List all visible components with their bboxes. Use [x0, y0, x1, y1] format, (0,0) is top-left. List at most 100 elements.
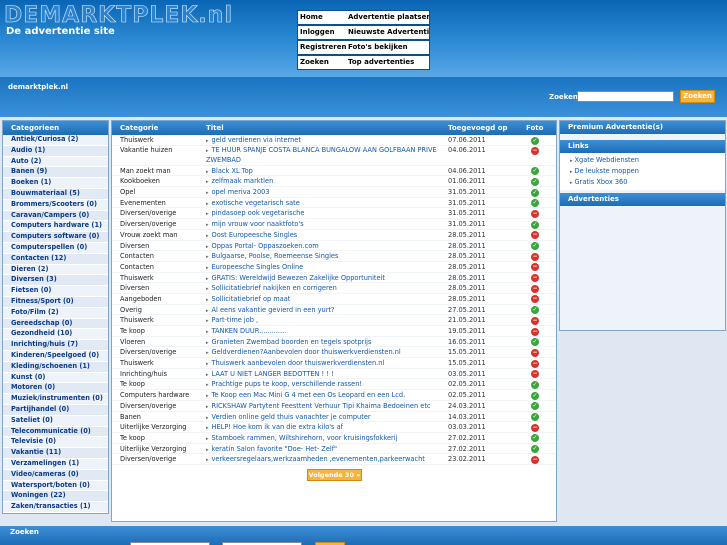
next-page-button[interactable]: Volgende 30 »: [307, 469, 362, 481]
category-link[interactable]: Computers software (0): [3, 232, 108, 243]
category-link[interactable]: Video/cameras (0): [3, 469, 108, 481]
row-title-link[interactable]: Bulgaarse, Poolse, Roemeense Singles: [212, 252, 339, 260]
category-link[interactable]: Contacten (12): [3, 253, 108, 265]
site-logo[interactable]: DEMARKTPLEK.nl: [4, 3, 233, 29]
row-title-link[interactable]: Oost Europeesche Singles: [212, 231, 298, 239]
row-title-link[interactable]: zelfmaak marktlen: [212, 177, 274, 185]
row-title-link[interactable]: keratin Salon favorite "Doe- Het- Zelf": [212, 445, 338, 453]
row-title-link[interactable]: Part-time job ,: [212, 316, 259, 324]
category-link[interactable]: Woningen (22): [3, 491, 108, 503]
row-title-link[interactable]: Te Koop een Mac Mini G 4 met een Os Leop…: [212, 391, 406, 399]
category-link[interactable]: Bouwmateriaal (5): [3, 188, 108, 200]
category-link[interactable]: Diversen (3): [3, 275, 108, 287]
nav-link[interactable]: Zoeken: [298, 56, 346, 69]
category-link[interactable]: Computerspellen (0): [3, 243, 108, 254]
row-title-link[interactable]: TANKEN DUUR.............: [212, 327, 287, 335]
row-title-link[interactable]: TE HUUR SPANJE COSTA BLANCA BUNGALOW AAN…: [206, 146, 437, 165]
row-title-link[interactable]: Sollicitatiebrief op maat: [212, 295, 291, 303]
search-button[interactable]: Zoeken: [680, 90, 715, 103]
row-date: 03.03.2011: [448, 423, 486, 432]
row-title-link[interactable]: RICKSHAW Partytent Feesttent Verhuur Tip…: [212, 402, 431, 410]
nav-link[interactable]: Nieuwste Advertenties: [346, 26, 429, 39]
row-title-link[interactable]: exotische vegetarisch sate: [212, 199, 300, 207]
category-link[interactable]: Inrichting/huis (7): [3, 340, 108, 351]
row-title-link[interactable]: Oppas Portal- Oppaszoeken.com: [212, 242, 319, 250]
row-title-link[interactable]: Thuiswerk aanbevolen door thuiswerkverdi…: [212, 359, 385, 367]
row-title-link[interactable]: Sollicitatiebrief nakijken en corrigeren: [212, 284, 337, 292]
row-title-cell: ▸ HELP! Hoe kom ik van die extra kilo's a…: [199, 422, 444, 432]
category-link[interactable]: Kleding/schoenen (1): [3, 361, 108, 373]
row-title-link[interactable]: Verdien online geld thuis vanachter je c…: [212, 413, 371, 421]
category-link[interactable]: Brommers/Scooters (0): [3, 200, 108, 211]
category-link[interactable]: Computers hardware (1): [3, 221, 108, 233]
category-link[interactable]: Gezondheid (10): [3, 329, 108, 341]
header-categorie[interactable]: Categorie: [112, 121, 199, 135]
row-title-link[interactable]: geld verdienen via internet: [212, 136, 301, 144]
row-title-link[interactable]: mijn vrouw voor naaktfoto's: [212, 220, 304, 228]
category-link[interactable]: Banen (9): [3, 167, 108, 179]
row-title-link[interactable]: opel meriva 2003: [212, 188, 270, 196]
header-titel[interactable]: Titel: [199, 121, 444, 135]
row-title-link[interactable]: Stamboek rammen, Wiltshirehorn, voor kru…: [212, 434, 398, 442]
category-link[interactable]: Boeken (1): [3, 178, 108, 189]
category-link[interactable]: Zaken/transacties (1): [3, 502, 108, 513]
category-link[interactable]: Verzamelingen (1): [3, 459, 108, 470]
table-row: Diversen ▸ Oppas Portal- Oppaszoeken.com 28…: [112, 241, 556, 252]
nav-link[interactable]: Home: [298, 11, 346, 24]
header-toegevoegd[interactable]: Toegevoegd op: [444, 121, 523, 135]
nav-link[interactable]: Top advertenties: [346, 56, 429, 69]
row-title-link[interactable]: Europeesche Singles Online: [212, 263, 304, 271]
row-date: 23.02.2011: [448, 455, 486, 464]
category-link[interactable]: Televisie (0): [3, 437, 108, 449]
category-link[interactable]: Fitness/Sport (0): [3, 296, 108, 308]
category-link[interactable]: Vakantie (11): [3, 448, 108, 459]
category-link[interactable]: Telecommunicatie (0): [3, 426, 108, 438]
row-photo: ✓: [523, 241, 556, 251]
category-link[interactable]: Motoren (0): [3, 383, 108, 395]
nav-row: Registreren Foto's bekijken: [298, 41, 429, 54]
row-title-link[interactable]: pindasoep ook vegetarische: [212, 209, 305, 217]
category-link[interactable]: Auto (2): [3, 157, 108, 168]
category-link[interactable]: Kunst (0): [3, 373, 108, 384]
row-title-link[interactable]: Black XL Top: [212, 167, 253, 175]
row-category: Diversen: [120, 241, 150, 250]
nav-link[interactable]: Inloggen: [298, 26, 346, 39]
sidebar-link[interactable]: ▸ Gratis Xbox 360: [560, 177, 725, 188]
sidebar-link[interactable]: ▸ Xgate Webdiensten: [560, 155, 725, 166]
category-link[interactable]: Watersport/boten (0): [3, 481, 108, 492]
sidebar-link[interactable]: ▸ De leukste moppen: [560, 166, 725, 177]
site-tagline: De advertentie site: [6, 26, 115, 37]
category-link[interactable]: Sateliet (0): [3, 416, 108, 427]
row-category: Opel: [120, 188, 136, 197]
row-title-link[interactable]: HELP! Hoe kom ik van die extra kilo's af: [212, 423, 343, 431]
category-link[interactable]: Partijhandel (0): [3, 404, 108, 416]
arrow-right-icon: ▸: [206, 414, 209, 421]
row-title-link[interactable]: Granieten Zwembad boorden en tegels spot…: [212, 338, 372, 346]
category-link[interactable]: Fietsen (0): [3, 286, 108, 297]
category-link[interactable]: Audio (1): [3, 145, 108, 157]
row-title-link[interactable]: Geldverdienen?Aanbevolen door thuiswerkv…: [212, 348, 401, 356]
category-link[interactable]: Dieren (2): [3, 265, 108, 276]
row-title-link[interactable]: LAAT U NIET LANGER BEDOTTEN ! ! !: [212, 370, 334, 378]
nav-link[interactable]: Foto's bekijken: [346, 41, 429, 54]
row-title-cell: ▸ mijn vrouw voor naaktfoto's: [199, 219, 444, 229]
check-icon: ✓: [531, 413, 539, 421]
arrow-right-icon: ▸: [570, 158, 573, 164]
category-link[interactable]: Gereedschap (0): [3, 318, 108, 330]
category-link[interactable]: Kinderen/Speelgoed (0): [3, 351, 108, 362]
category-link[interactable]: Foto/Film (2): [3, 308, 108, 319]
row-title-link[interactable]: verkeersregelaars,werkzaamheden ,eveneme…: [212, 455, 425, 463]
category-link[interactable]: Antiek/Curiosa (2): [3, 135, 108, 146]
search-input[interactable]: [577, 91, 674, 102]
row-category: Computers hardware: [120, 391, 190, 400]
category-link[interactable]: Muziek/instrumenten (0): [3, 394, 108, 405]
category-link[interactable]: Caravan/Campers (0): [3, 210, 108, 222]
row-title-link[interactable]: Al eens vakantie gevierd in een yurt?: [212, 306, 335, 314]
row-title-link[interactable]: Prachtige pups te koop, verschillende ra…: [212, 380, 363, 388]
row-title-cell: ▸ zelfmaak marktlen: [199, 176, 444, 186]
nav-link[interactable]: Advertentie plaatsen: [346, 11, 429, 24]
nav-link[interactable]: Registreren: [298, 41, 346, 54]
minus-icon: −: [531, 146, 539, 155]
arrow-right-icon: ▸: [206, 350, 209, 357]
row-title-link[interactable]: GRATIS: Wereldwijd Bewezen Zakelijke Opp…: [212, 274, 385, 282]
